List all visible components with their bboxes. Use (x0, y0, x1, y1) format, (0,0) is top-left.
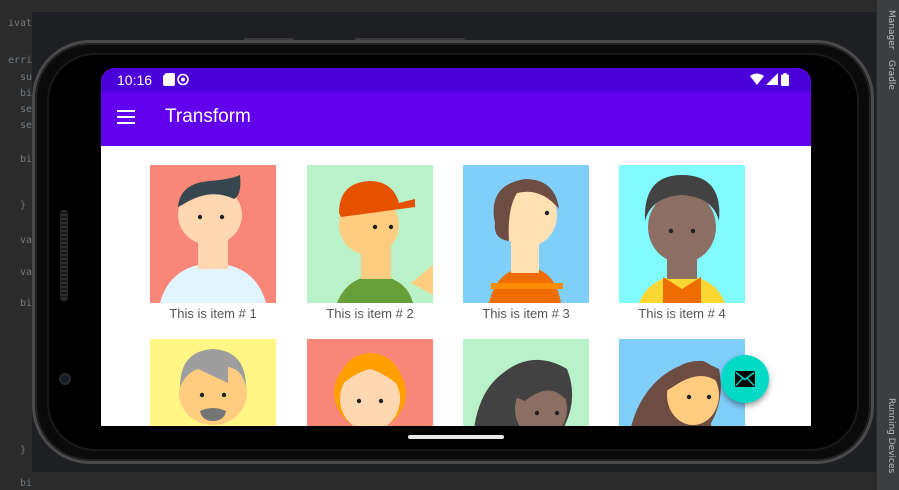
ide-top-bar (32, 0, 876, 12)
code-fragment: va (20, 267, 33, 278)
item-grid: This is item # 1 This is item # 2 This i… (101, 146, 811, 426)
sd-card-icon (163, 73, 175, 86)
app-bar: Transform (101, 92, 811, 146)
home-gesture-handle[interactable] (408, 435, 504, 439)
code-fragment: bi (20, 298, 33, 309)
grid-item[interactable]: This is item # 1 (150, 165, 276, 321)
avatar-image (463, 339, 589, 426)
code-fragment: bi (20, 88, 33, 99)
app-title: Transform (165, 106, 251, 127)
grid-item[interactable] (307, 339, 433, 426)
app-screen: 10:16 Transform This is item # 1 This is… (101, 68, 811, 426)
status-time: 10:16 (117, 72, 153, 88)
hamburger-menu-icon[interactable] (117, 110, 135, 124)
item-label: This is item # 3 (482, 306, 570, 321)
code-fragment: ivat (8, 18, 33, 29)
code-fragment: } (20, 445, 27, 456)
code-fragment: va (20, 235, 33, 246)
grid-item[interactable]: This is item # 4 (619, 165, 745, 321)
battery-icon (781, 73, 789, 86)
signal-icon (766, 73, 778, 85)
wifi-icon (750, 73, 764, 85)
avatar-image (150, 165, 276, 303)
ide-bottom-bar (32, 472, 876, 490)
avatar-image (463, 165, 589, 303)
running-devices-tab[interactable]: Running Devices (886, 398, 896, 473)
avatar-image (307, 165, 433, 303)
code-fragment: su (20, 72, 33, 83)
phone-speaker (60, 210, 68, 302)
code-fragment: bi (20, 478, 33, 489)
front-camera-icon (59, 373, 71, 385)
gradle-tab[interactable]: Gradle (886, 60, 896, 90)
avatar-image (150, 339, 276, 426)
email-icon (735, 371, 755, 387)
status-bar: 10:16 (101, 68, 811, 92)
sync-icon (177, 73, 189, 86)
gesture-nav-bar (101, 426, 811, 448)
code-fragment: bi (20, 154, 33, 165)
code-fragment: } (20, 200, 27, 211)
grid-item[interactable] (463, 339, 589, 426)
item-label: This is item # 2 (326, 306, 414, 321)
item-label: This is item # 1 (169, 306, 257, 321)
item-label: This is item # 4 (638, 306, 726, 321)
code-fragment: se (20, 120, 33, 131)
code-fragment: erri (8, 55, 33, 66)
grid-item[interactable] (150, 339, 276, 426)
code-fragment: se (20, 104, 33, 115)
email-fab-button[interactable] (721, 355, 769, 403)
device-manager-tab[interactable]: Manager (886, 10, 896, 49)
avatar-image (619, 165, 745, 303)
ide-code-gutter: ivat erri su bi se se bi } va va bi } bi (0, 0, 32, 490)
grid-item[interactable]: This is item # 2 (307, 165, 433, 321)
avatar-image (307, 339, 433, 426)
grid-item[interactable]: This is item # 3 (463, 165, 589, 321)
ide-right-toolbar: Manager Gradle Running Devices (876, 0, 899, 490)
